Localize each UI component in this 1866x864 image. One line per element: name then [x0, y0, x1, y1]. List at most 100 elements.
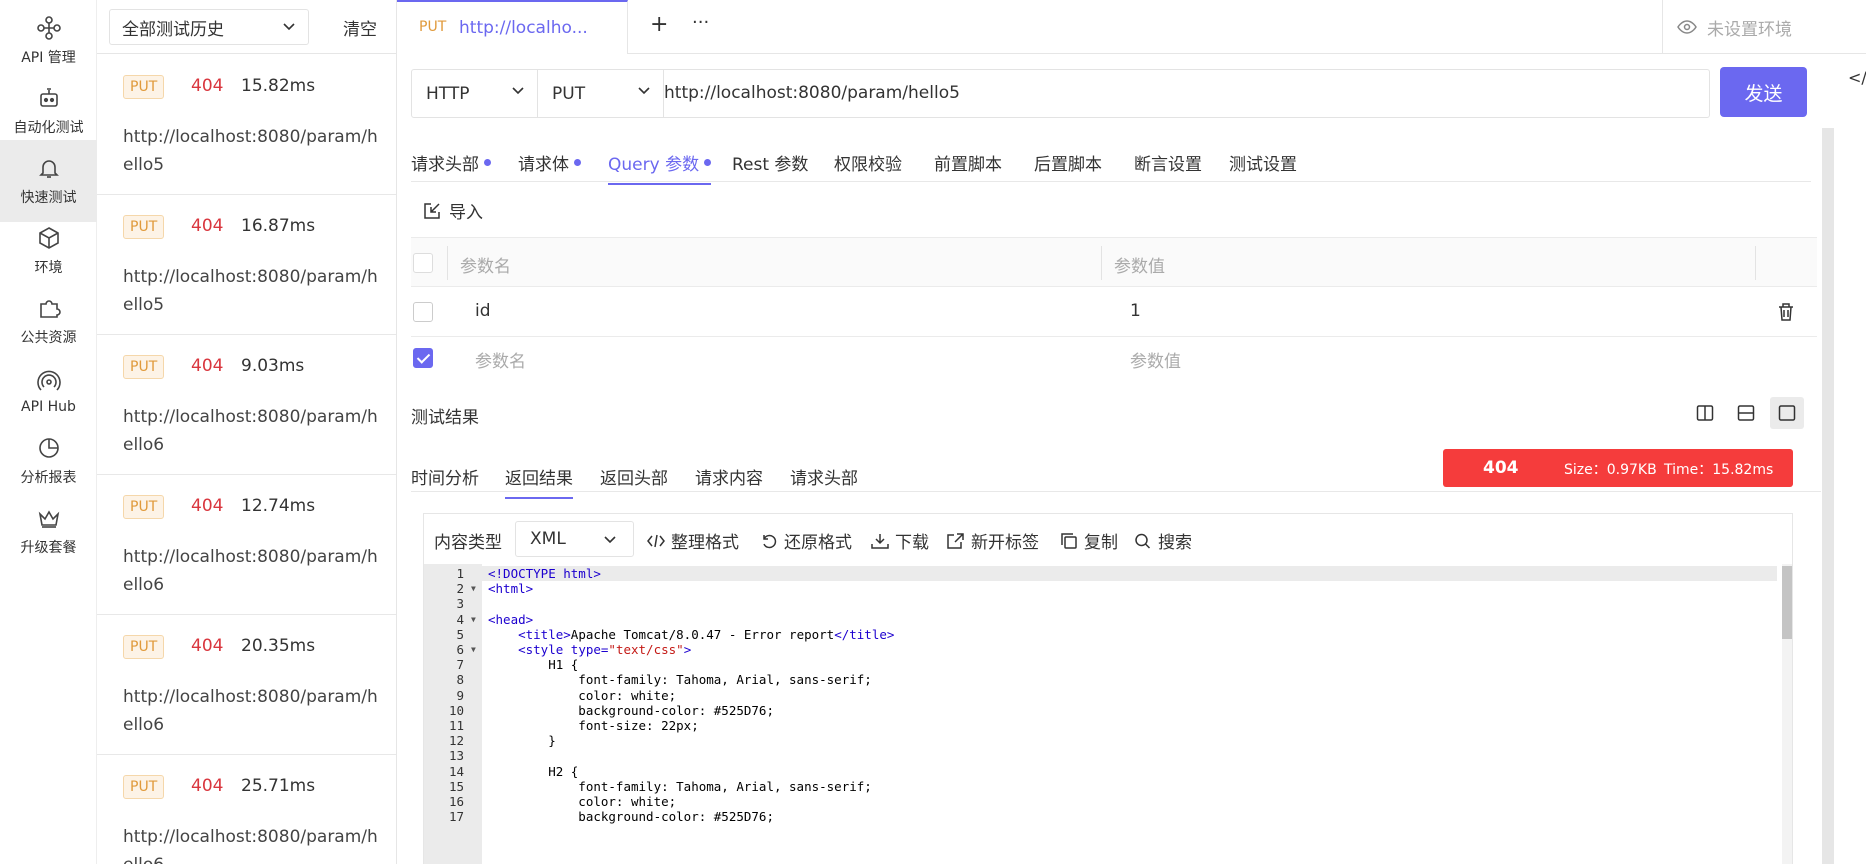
- code-line: }: [488, 733, 556, 749]
- tab-auth[interactable]: 权限校验: [834, 150, 902, 175]
- response-size: Size：0.97KB: [1564, 462, 1657, 478]
- environment-selector[interactable]: 未设置环境: [1662, 0, 1866, 54]
- line-number: 6: [456, 642, 464, 657]
- response-time: 25.71ms: [241, 776, 316, 796]
- clear-history-button[interactable]: 清空: [343, 15, 377, 40]
- method-select[interactable]: PUT: [538, 70, 664, 117]
- tab-response-body[interactable]: 返回结果: [505, 464, 573, 499]
- select-all-checkbox[interactable]: [413, 253, 433, 273]
- fold-toggle-icon[interactable]: ▼: [471, 581, 476, 596]
- response-time: 16.87ms: [241, 216, 316, 236]
- layout-split-horizontal-button[interactable]: [1729, 397, 1763, 429]
- tab-test-settings[interactable]: 测试设置: [1229, 150, 1297, 175]
- tab-response-headers[interactable]: 返回头部: [600, 464, 668, 489]
- nav-item-label: 公共资源: [20, 330, 77, 346]
- more-tabs-button[interactable]: ···: [692, 12, 709, 33]
- trash-icon[interactable]: [1777, 302, 1795, 322]
- history-url: http://localhost:8080/param/hello5: [123, 267, 378, 315]
- history-panel: 全部测试历史 清空 PUT 404 15.82ms http://localho…: [97, 0, 397, 864]
- tab-request-headers-result[interactable]: 请求头部: [790, 464, 858, 489]
- history-item[interactable]: PUT 404 20.35ms http://localhost:8080/pa…: [97, 615, 396, 755]
- code-line: background-color: #525D76;: [488, 702, 774, 718]
- fold-toggle-icon[interactable]: ▼: [471, 612, 476, 627]
- tab-rest-params[interactable]: Rest 参数: [732, 150, 808, 175]
- line-number: 11: [448, 718, 464, 733]
- fold-toggle-icon[interactable]: ▼: [471, 642, 476, 657]
- response-time: 15.82ms: [241, 76, 316, 96]
- history-header: 全部测试历史 清空: [97, 0, 396, 54]
- param-name[interactable]: id: [475, 301, 491, 321]
- new-param-checkbox[interactable]: [413, 348, 433, 368]
- new-param-name-input[interactable]: 参数名: [475, 347, 526, 372]
- param-value[interactable]: 1: [1130, 301, 1141, 321]
- method-badge: PUT: [123, 775, 165, 799]
- column-divider: [447, 246, 448, 280]
- line-number: 14: [448, 763, 464, 779]
- url-input[interactable]: http://localhost:8080/param/hello5: [664, 83, 960, 103]
- external-link-icon: [947, 532, 964, 549]
- line-number: 2: [456, 581, 464, 597]
- add-tab-button[interactable]: +: [650, 12, 668, 37]
- beautify-button[interactable]: 整理格式: [647, 528, 739, 553]
- import-button[interactable]: 导入: [423, 198, 483, 223]
- code-line: font-size: 22px;: [488, 718, 699, 733]
- column-header-value: 参数值: [1114, 257, 1165, 277]
- tab-post-script[interactable]: 后置脚本: [1034, 150, 1102, 175]
- layout-split-vertical-button[interactable]: [1688, 397, 1722, 429]
- editor-scrollbar-thumb[interactable]: [1782, 566, 1792, 639]
- content-type-select[interactable]: XML: [515, 521, 634, 557]
- line-number: 13: [448, 748, 464, 764]
- tab-title: http://localho...: [459, 18, 588, 38]
- tab-request-content[interactable]: 请求内容: [695, 464, 763, 489]
- method-badge: PUT: [123, 355, 165, 379]
- left-nav: API 管理 自动化测试 快速测试 环境 公共资源 API Hub 分析报表 升…: [0, 0, 97, 864]
- param-checkbox[interactable]: [413, 302, 433, 322]
- modified-dot: [704, 159, 712, 166]
- copy-button[interactable]: 复制: [1060, 528, 1118, 553]
- layout-full-button[interactable]: [1770, 397, 1804, 429]
- tab-request-body[interactable]: 请求体: [518, 150, 581, 175]
- tab-query-params[interactable]: Query 参数: [608, 150, 712, 185]
- code-view-icon[interactable]: </: [1848, 68, 1866, 87]
- tab-pre-script[interactable]: 前置脚本: [934, 150, 1002, 175]
- square-icon: [1778, 405, 1796, 421]
- code-line: <head>: [488, 611, 534, 627]
- download-button[interactable]: 下载: [871, 528, 929, 553]
- pie-chart-icon: [38, 438, 59, 458]
- code-line: background-color: #525D76;: [488, 809, 774, 825]
- history-item[interactable]: PUT 404 25.71ms http://localhost:8080/pa…: [97, 755, 396, 864]
- response-time: 9.03ms: [241, 356, 305, 376]
- puzzle-icon: [39, 300, 61, 318]
- new-param-value-input[interactable]: 参数值: [1130, 347, 1181, 372]
- line-number: 9: [456, 687, 464, 703]
- history-url: http://localhost:8080/param/hello6: [123, 407, 378, 455]
- method-badge: PUT: [123, 75, 165, 99]
- rows-icon: [1737, 405, 1755, 421]
- history-item[interactable]: PUT 404 12.74ms http://localhost:8080/pa…: [97, 475, 396, 615]
- environment-label: 未设置环境: [1707, 19, 1792, 40]
- send-button[interactable]: 发送: [1720, 67, 1807, 117]
- copy-icon: [1061, 532, 1077, 549]
- tab-assertions[interactable]: 断言设置: [1134, 150, 1202, 175]
- tab-time-analysis[interactable]: 时间分析: [411, 464, 479, 489]
- column-divider: [1755, 246, 1756, 280]
- search-button[interactable]: 搜索: [1134, 528, 1192, 553]
- nav-item-upgrade[interactable]: 升级套餐: [0, 490, 97, 572]
- history-filter-select[interactable]: 全部测试历史: [109, 9, 309, 45]
- response-code-editor[interactable]: 1 2 ▼ 3 4 ▼ 5 6 ▼ 7 8 9 10 11 12 13 14 15 16 17 <!DOCTYPE h…: [424, 564, 1792, 864]
- history-item[interactable]: PUT 404 15.82ms http://localhost:8080/pa…: [97, 55, 396, 195]
- main-scrollbar[interactable]: [1822, 128, 1834, 864]
- chevron-down-icon: [604, 536, 616, 544]
- history-item[interactable]: PUT 404 9.03ms http://localhost:8080/par…: [97, 335, 396, 475]
- history-item[interactable]: PUT 404 16.87ms http://localhost:8080/pa…: [97, 195, 396, 335]
- protocol-select[interactable]: HTTP: [412, 70, 538, 117]
- line-number: 10: [448, 702, 464, 718]
- restore-format-button[interactable]: 还原格式: [760, 528, 852, 553]
- tab-request-headers[interactable]: 请求头部: [411, 150, 491, 175]
- code-line: color: white;: [488, 687, 677, 703]
- bell-icon: [38, 160, 59, 178]
- nav-item-label: 环境: [34, 260, 63, 276]
- code-line: <html>: [488, 581, 534, 597]
- open-new-tab-button[interactable]: 新开标签: [947, 528, 1039, 553]
- request-tab[interactable]: PUT http://localho...: [397, 0, 628, 54]
